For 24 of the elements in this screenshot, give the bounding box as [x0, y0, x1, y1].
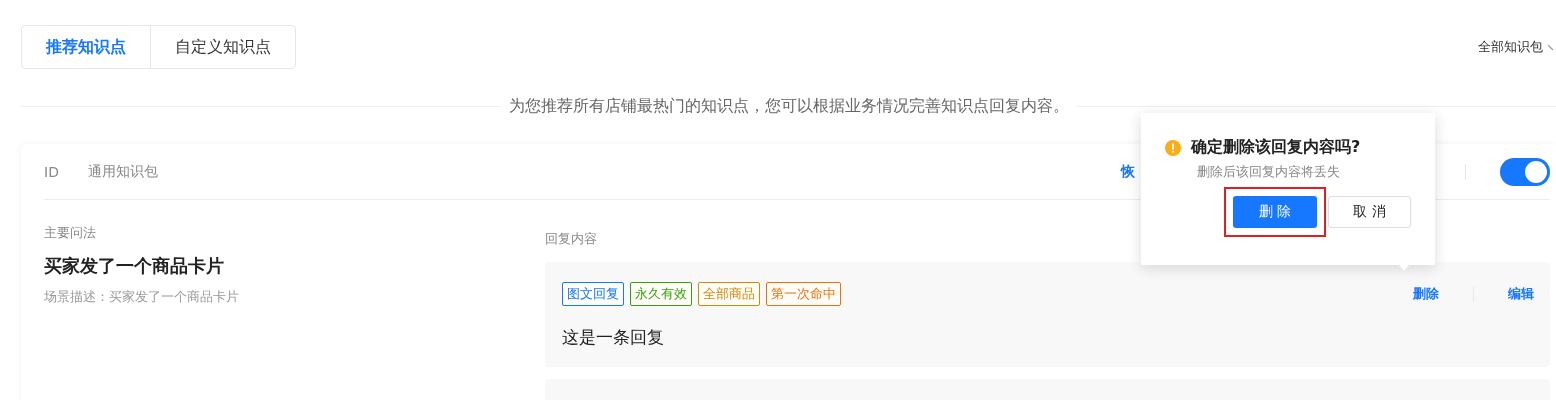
question-title: 买家发了一个商品卡片	[44, 254, 225, 278]
tag: 第一次命中	[766, 282, 841, 306]
tag: 全部商品	[698, 282, 760, 306]
reply-text: 这是一条回复	[562, 326, 665, 349]
popover-description: 删除后该回复内容将丢失	[1197, 163, 1341, 181]
tag: 图文回复	[562, 282, 624, 306]
toggle-switch[interactable]	[1500, 157, 1550, 186]
delete-button[interactable]: 删 除	[1233, 196, 1317, 228]
chevron-icon	[1548, 42, 1554, 52]
action-link[interactable]: 删除	[1413, 285, 1439, 303]
package-name: 通用知识包	[88, 162, 158, 181]
restore-link[interactable]: 恢	[1121, 162, 1135, 181]
field-label: 回复内容	[545, 230, 598, 248]
warning-icon	[1165, 139, 1181, 156]
popover-title: 确定删除该回复内容吗?	[1191, 137, 1361, 158]
id-label: ID	[44, 163, 60, 180]
tag: 永久有效	[630, 282, 692, 306]
tab[interactable]: 推荐知识点	[22, 26, 150, 68]
action-link[interactable]: 编辑	[1508, 285, 1534, 303]
notice-text: 为您推荐所有店铺最热门的知识点，您可以根据业务情况完善知识点回复内容。	[507, 95, 1070, 117]
field-label: 主要问法	[44, 224, 97, 242]
cancel-button[interactable]: 取 消	[1328, 196, 1411, 228]
package-dropdown[interactable]: 全部知识包	[1478, 38, 1554, 56]
tab[interactable]: 自定义知识点	[150, 26, 295, 68]
